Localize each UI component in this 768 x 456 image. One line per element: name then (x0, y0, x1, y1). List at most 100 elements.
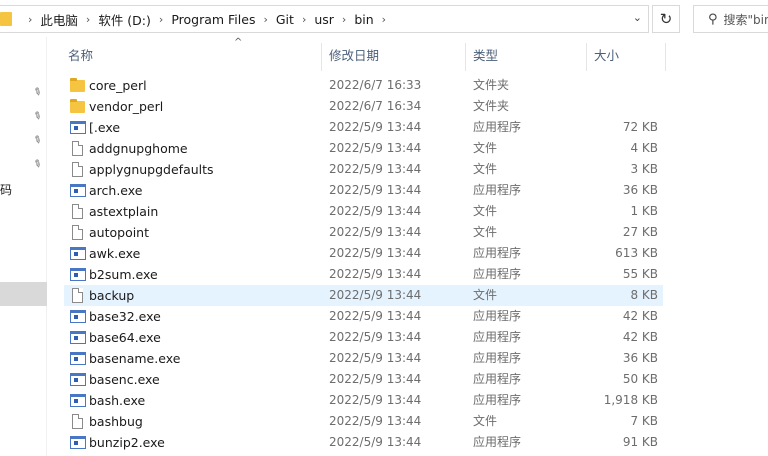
breadcrumb-bin[interactable]: bin (354, 12, 373, 27)
file-type: 文件夹 (473, 78, 510, 92)
breadcrumb-usr[interactable]: usr (314, 12, 334, 27)
file-type: 文件 (473, 162, 498, 176)
file-size: 50 KB (622, 372, 658, 386)
file-date: 2022/5/9 13:44 (329, 309, 422, 323)
file-row[interactable]: astextplain 2022/5/9 13:44 文件 1 KB (64, 201, 663, 222)
chevron-right-icon[interactable]: › (263, 13, 267, 26)
nav-item-selected[interactable] (0, 282, 47, 306)
file-row[interactable]: base32.exe 2022/5/9 13:44 应用程序 42 KB (64, 306, 663, 327)
file-name: [.exe (89, 120, 121, 135)
file-name: bunzip2.exe (89, 435, 165, 450)
file-type: 文件 (473, 204, 498, 218)
file-icon (72, 288, 83, 303)
chevron-right-icon[interactable]: › (86, 13, 90, 26)
navigation-pane: ✎ ✎ ✎ ✎ 码 (0, 37, 47, 456)
file-name: arch.exe (89, 183, 143, 198)
file-date: 2022/5/9 13:44 (329, 120, 422, 134)
file-row[interactable]: bashbug 2022/5/9 13:44 文件 7 KB (64, 411, 663, 432)
file-name: core_perl (89, 78, 147, 93)
file-size: 8 KB (630, 288, 658, 302)
exe-icon (70, 310, 86, 323)
file-row[interactable]: bunzip2.exe 2022/5/9 13:44 应用程序 91 KB (64, 432, 663, 453)
breadcrumb-program-files[interactable]: Program Files (171, 12, 255, 27)
column-type[interactable]: 类型 (473, 45, 498, 67)
file-icon (72, 162, 83, 177)
breadcrumb-this-pc[interactable]: 此电脑 (40, 10, 78, 29)
file-row[interactable]: bash.exe 2022/5/9 13:44 应用程序 1,918 KB (64, 390, 663, 411)
nav-item-label[interactable]: 码 (0, 181, 12, 198)
exe-icon (70, 373, 86, 386)
exe-icon (70, 394, 86, 407)
chevron-right-icon[interactable]: › (159, 13, 163, 26)
file-size: 55 KB (622, 267, 658, 281)
file-row[interactable]: backup 2022/5/9 13:44 文件 8 KB (64, 285, 663, 306)
column-divider[interactable] (465, 43, 466, 71)
file-date: 2022/5/9 13:44 (329, 351, 422, 365)
file-type: 文件 (473, 225, 498, 239)
file-row[interactable]: addgnupghome 2022/5/9 13:44 文件 4 KB (64, 138, 663, 159)
file-icon (72, 204, 83, 219)
search-icon: ⚲ (708, 11, 718, 27)
column-divider[interactable] (665, 43, 666, 71)
refresh-icon: ↻ (659, 10, 673, 28)
file-row[interactable]: vendor_perl 2022/6/7 16:34 文件夹 (64, 96, 663, 117)
file-date: 2022/5/9 13:44 (329, 288, 422, 302)
file-row[interactable]: core_perl 2022/6/7 16:33 文件夹 (64, 75, 663, 96)
pin-icon[interactable]: ✎ (31, 86, 44, 100)
file-size: 4 KB (630, 141, 658, 155)
file-date: 2022/5/9 13:44 (329, 414, 422, 428)
file-row[interactable]: applygnupgdefaults 2022/5/9 13:44 文件 3 KB (64, 159, 663, 180)
file-date: 2022/5/9 13:44 (329, 393, 422, 407)
file-type: 应用程序 (473, 183, 522, 197)
file-size: 42 KB (622, 309, 658, 323)
file-row[interactable]: [.exe 2022/5/9 13:44 应用程序 72 KB (64, 117, 663, 138)
folder-icon (70, 78, 85, 92)
file-type: 应用程序 (473, 351, 522, 365)
column-name[interactable]: 名称 (68, 45, 93, 67)
breadcrumb-git[interactable]: Git (276, 12, 294, 27)
pin-icon[interactable]: ✎ (31, 110, 44, 124)
file-date: 2022/5/9 13:44 (329, 435, 422, 449)
file-date: 2022/5/9 13:44 (329, 183, 422, 197)
chevron-down-icon[interactable]: ⌄ (633, 11, 642, 24)
search-box[interactable]: ⚲ 搜索"bin" (693, 5, 768, 33)
file-row[interactable]: arch.exe 2022/5/9 13:44 应用程序 36 KB (64, 180, 663, 201)
file-name: bashbug (89, 414, 143, 429)
file-type: 应用程序 (473, 120, 522, 134)
address-bar[interactable]: › 此电脑 › 软件 (D:) › Program Files › Git › … (0, 5, 649, 33)
exe-icon (70, 352, 86, 365)
pin-icon[interactable]: ✎ (31, 158, 44, 172)
file-row[interactable]: awk.exe 2022/5/9 13:44 应用程序 613 KB (64, 243, 663, 264)
chevron-right-icon[interactable]: › (302, 13, 306, 26)
file-date: 2022/5/9 13:44 (329, 330, 422, 344)
file-row[interactable]: basenc.exe 2022/5/9 13:44 应用程序 50 KB (64, 369, 663, 390)
file-name: base64.exe (89, 330, 161, 345)
file-name: bash.exe (89, 393, 146, 408)
breadcrumb-drive-d[interactable]: 软件 (D:) (98, 10, 151, 29)
file-row[interactable]: base64.exe 2022/5/9 13:44 应用程序 42 KB (64, 327, 663, 348)
file-row[interactable]: autopoint 2022/5/9 13:44 文件 27 KB (64, 222, 663, 243)
file-type: 应用程序 (473, 267, 522, 281)
file-date: 2022/5/9 13:44 (329, 162, 422, 176)
pin-icon[interactable]: ✎ (31, 134, 44, 148)
refresh-button[interactable]: ↻ (652, 5, 680, 33)
file-name: base32.exe (89, 309, 161, 324)
file-row[interactable]: basename.exe 2022/5/9 13:44 应用程序 36 KB (64, 348, 663, 369)
file-size: 1 KB (630, 204, 658, 218)
file-size: 7 KB (630, 414, 658, 428)
chevron-right-icon[interactable]: › (28, 13, 32, 26)
file-row[interactable]: b2sum.exe 2022/5/9 13:44 应用程序 55 KB (64, 264, 663, 285)
file-type: 应用程序 (473, 372, 522, 386)
sort-ascending-icon: ^ (234, 37, 243, 48)
file-date: 2022/5/9 13:44 (329, 372, 422, 386)
column-divider[interactable] (586, 43, 587, 71)
column-date[interactable]: 修改日期 (329, 45, 379, 67)
file-size: 36 KB (622, 183, 658, 197)
file-size: 42 KB (622, 330, 658, 344)
file-type: 应用程序 (473, 309, 522, 323)
column-size[interactable]: 大小 (594, 45, 619, 67)
column-divider[interactable] (321, 43, 322, 71)
chevron-right-icon[interactable]: › (382, 13, 386, 26)
chevron-right-icon[interactable]: › (342, 13, 346, 26)
column-header: ^ 名称 修改日期 类型 大小 (47, 37, 768, 75)
